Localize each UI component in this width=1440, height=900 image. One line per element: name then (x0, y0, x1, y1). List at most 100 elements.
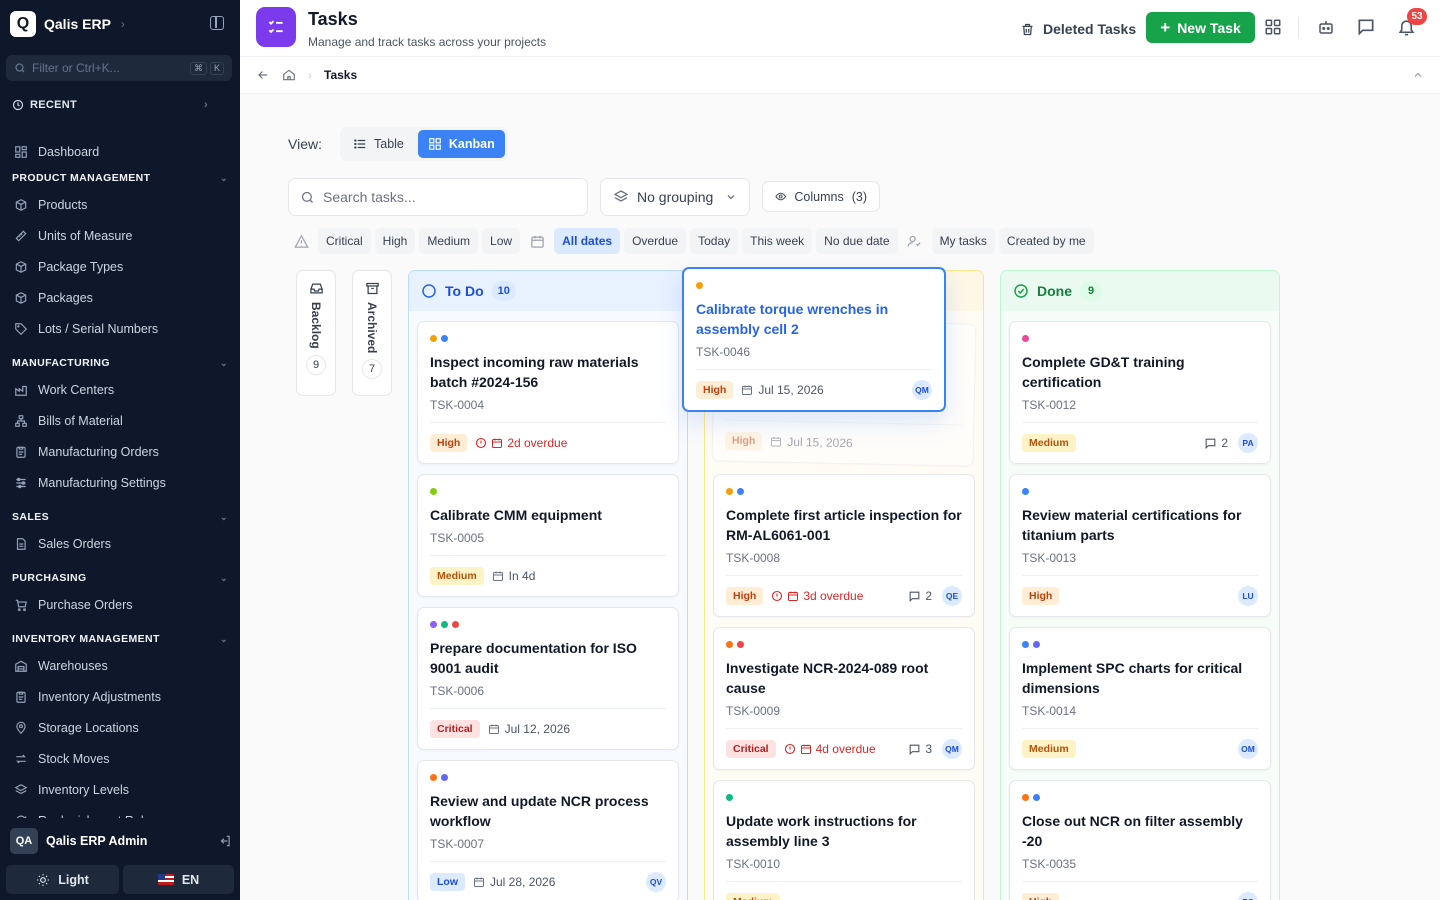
sliders-icon (14, 476, 28, 490)
tag-dot (441, 334, 448, 342)
tag-dots (1022, 332, 1258, 344)
sidebar-item-products[interactable]: Products (0, 189, 240, 220)
task-title: Review material certifications for titan… (1022, 507, 1242, 543)
kanban-view-button[interactable]: Kanban (417, 130, 505, 158)
language-button[interactable]: EN (123, 865, 234, 894)
archive-icon (365, 282, 379, 295)
dragging-task-card[interactable]: Calibrate torque wrenches in assembly ce… (682, 267, 946, 412)
user-profile[interactable]: QA Qalis ERP Admin (10, 828, 232, 854)
task-meta: QV (646, 872, 666, 892)
sidebar-item-package-types[interactable]: Package Types (0, 251, 240, 282)
task-card[interactable]: Prepare documentation for ISO 9001 audit… (417, 607, 679, 750)
filter-priority-medium[interactable]: Medium (419, 228, 479, 254)
logout-icon[interactable] (218, 834, 232, 848)
document-icon (14, 537, 28, 551)
back-arrow-icon[interactable] (256, 68, 270, 82)
grouping-select[interactable]: No grouping (600, 178, 750, 216)
new-task-button[interactable]: + New Task (1146, 12, 1255, 43)
bot-icon[interactable] (1315, 16, 1337, 38)
tag-dot (430, 487, 437, 495)
list-icon (354, 139, 366, 149)
filter-created-by-me[interactable]: Created by me (998, 228, 1094, 254)
tag-dots (1022, 485, 1258, 497)
page-subtitle: Manage and track tasks across your proje… (308, 35, 547, 49)
chat-icon[interactable] (1355, 16, 1377, 38)
sidebar-item-stock-moves[interactable]: Stock Moves (0, 743, 240, 774)
filter-date-no-due-date[interactable]: No due date (816, 228, 898, 254)
sidebar-item-sales-orders[interactable]: Sales Orders (0, 528, 240, 559)
sidebar-item-work-centers[interactable]: Work Centers (0, 374, 240, 405)
sidebar-toggle-icon[interactable] (210, 16, 224, 30)
columns-label: Columns (794, 189, 844, 204)
task-id: TSK-0007 (430, 837, 666, 862)
sidebar-item-dashboard[interactable]: Dashboard (0, 136, 240, 167)
sidebar-item-storage-locations[interactable]: Storage Locations (0, 712, 240, 743)
sidebar-item-units-of-measure[interactable]: Units of Measure (0, 220, 240, 251)
columns-button[interactable]: Columns (3) (762, 181, 880, 212)
apps-grid-icon[interactable] (1262, 16, 1284, 38)
filter-priority-critical[interactable]: Critical (318, 228, 371, 254)
chevron-up-icon[interactable] (1412, 69, 1424, 81)
filter-my-tasks[interactable]: My tasks (931, 228, 995, 254)
filter-date-today[interactable]: Today (690, 228, 739, 254)
nav-section-title: INVENTORY MANAGEMENT (12, 633, 160, 645)
nav-section-manufacturing[interactable]: MANUFACTURING ⌄ (0, 352, 240, 374)
chevron-down-icon: ⌄ (220, 633, 228, 644)
task-meta: 2 PA (1204, 433, 1258, 453)
task-id: TSK-0012 (1022, 398, 1258, 423)
filter-date-overdue[interactable]: Overdue (624, 228, 687, 254)
task-card[interactable]: Close out NCR on filter assembly -20 TSK-… (1009, 780, 1271, 900)
calendar-icon (800, 743, 812, 755)
filter-date-all-dates[interactable]: All dates (554, 228, 621, 254)
nav-section-sales[interactable]: SALES ⌄ (0, 506, 240, 528)
theme-toggle-button[interactable]: Light (6, 865, 119, 894)
task-card[interactable]: Review and update NCR process workflow TS… (417, 760, 679, 900)
sidebar-item-purchase-orders[interactable]: Purchase Orders (0, 589, 240, 620)
sidebar-item-lots-serial-numbers[interactable]: Lots / Serial Numbers (0, 313, 240, 344)
sidebar-item-packages[interactable]: Packages (0, 282, 240, 313)
due-date: Jul 15, 2026 (770, 434, 853, 450)
task-card[interactable]: Implement SPC charts for critical dimens… (1009, 627, 1271, 770)
task-card[interactable]: Inspect incoming raw materials batch #20… (417, 321, 679, 464)
due-date-text: Jul 15, 2026 (758, 383, 824, 397)
recent-toggle[interactable]: RECENT › (12, 99, 208, 111)
nav-section-inventory-management[interactable]: INVENTORY MANAGEMENT ⌄ (0, 628, 240, 650)
location-pin-icon (14, 721, 28, 735)
sidebar-item-replenishment-rules[interactable]: Replenishment Rules (0, 805, 240, 818)
kanban-column-to-do: To Do 10 Inspect incoming raw materials ba… (408, 270, 688, 900)
due-date: Jul 15, 2026 (741, 383, 824, 397)
home-icon[interactable] (282, 68, 296, 82)
sidebar-item-bills-of-material[interactable]: Bills of Material (0, 405, 240, 436)
sidebar-nav: Dashboard PRODUCT MANAGEMENT ⌄ Products Uni… (0, 136, 240, 818)
task-card[interactable]: Review material certifications for titan… (1009, 474, 1271, 617)
filter-date-this-week[interactable]: This week (742, 228, 813, 254)
divider (1298, 17, 1299, 39)
sidebar-item-manufacturing-settings[interactable]: Manufacturing Settings (0, 467, 240, 498)
sidebar-item-inventory-adjustments[interactable]: Inventory Adjustments (0, 681, 240, 712)
box-icon (14, 198, 28, 212)
deleted-tasks-button[interactable]: Deleted Tasks (1020, 18, 1136, 40)
task-card[interactable]: Complete first article inspection for RM… (713, 474, 975, 617)
brand[interactable]: Q Qalis ERP › (10, 10, 125, 38)
sidebar-item-manufacturing-orders[interactable]: Manufacturing Orders (0, 436, 240, 467)
column-count: 9 (1080, 281, 1102, 301)
filter-priority-low[interactable]: Low (482, 228, 521, 254)
task-card[interactable]: Calibrate CMM equipment TSK-0005 Medium In … (417, 474, 679, 597)
task-card[interactable]: Update work instructions for assembly li… (713, 780, 975, 900)
tag-dot (430, 773, 437, 781)
search-input[interactable] (323, 189, 563, 205)
backlog-lane[interactable]: Backlog 9 (296, 270, 336, 396)
sidebar-item-warehouses[interactable]: Warehouses (0, 650, 240, 681)
task-card[interactable]: Investigate NCR-2024-089 root cause TSK-0… (713, 627, 975, 770)
sidebar-item-inventory-levels[interactable]: Inventory Levels (0, 774, 240, 805)
eye-icon (775, 192, 786, 201)
inbox-icon (309, 283, 323, 294)
nav-section-product-management[interactable]: PRODUCT MANAGEMENT ⌄ (0, 167, 240, 189)
task-card[interactable]: Complete GD&T training certification TSK-… (1009, 321, 1271, 464)
table-view-button[interactable]: Table (343, 130, 414, 158)
nav-section-purchasing[interactable]: PURCHASING ⌄ (0, 567, 240, 589)
archived-lane[interactable]: Archived 7 (352, 270, 392, 396)
sidebar-filter-input[interactable]: Filter or Ctrl+K... ⌘ K (6, 55, 232, 81)
filter-priority-high[interactable]: High (374, 228, 416, 254)
